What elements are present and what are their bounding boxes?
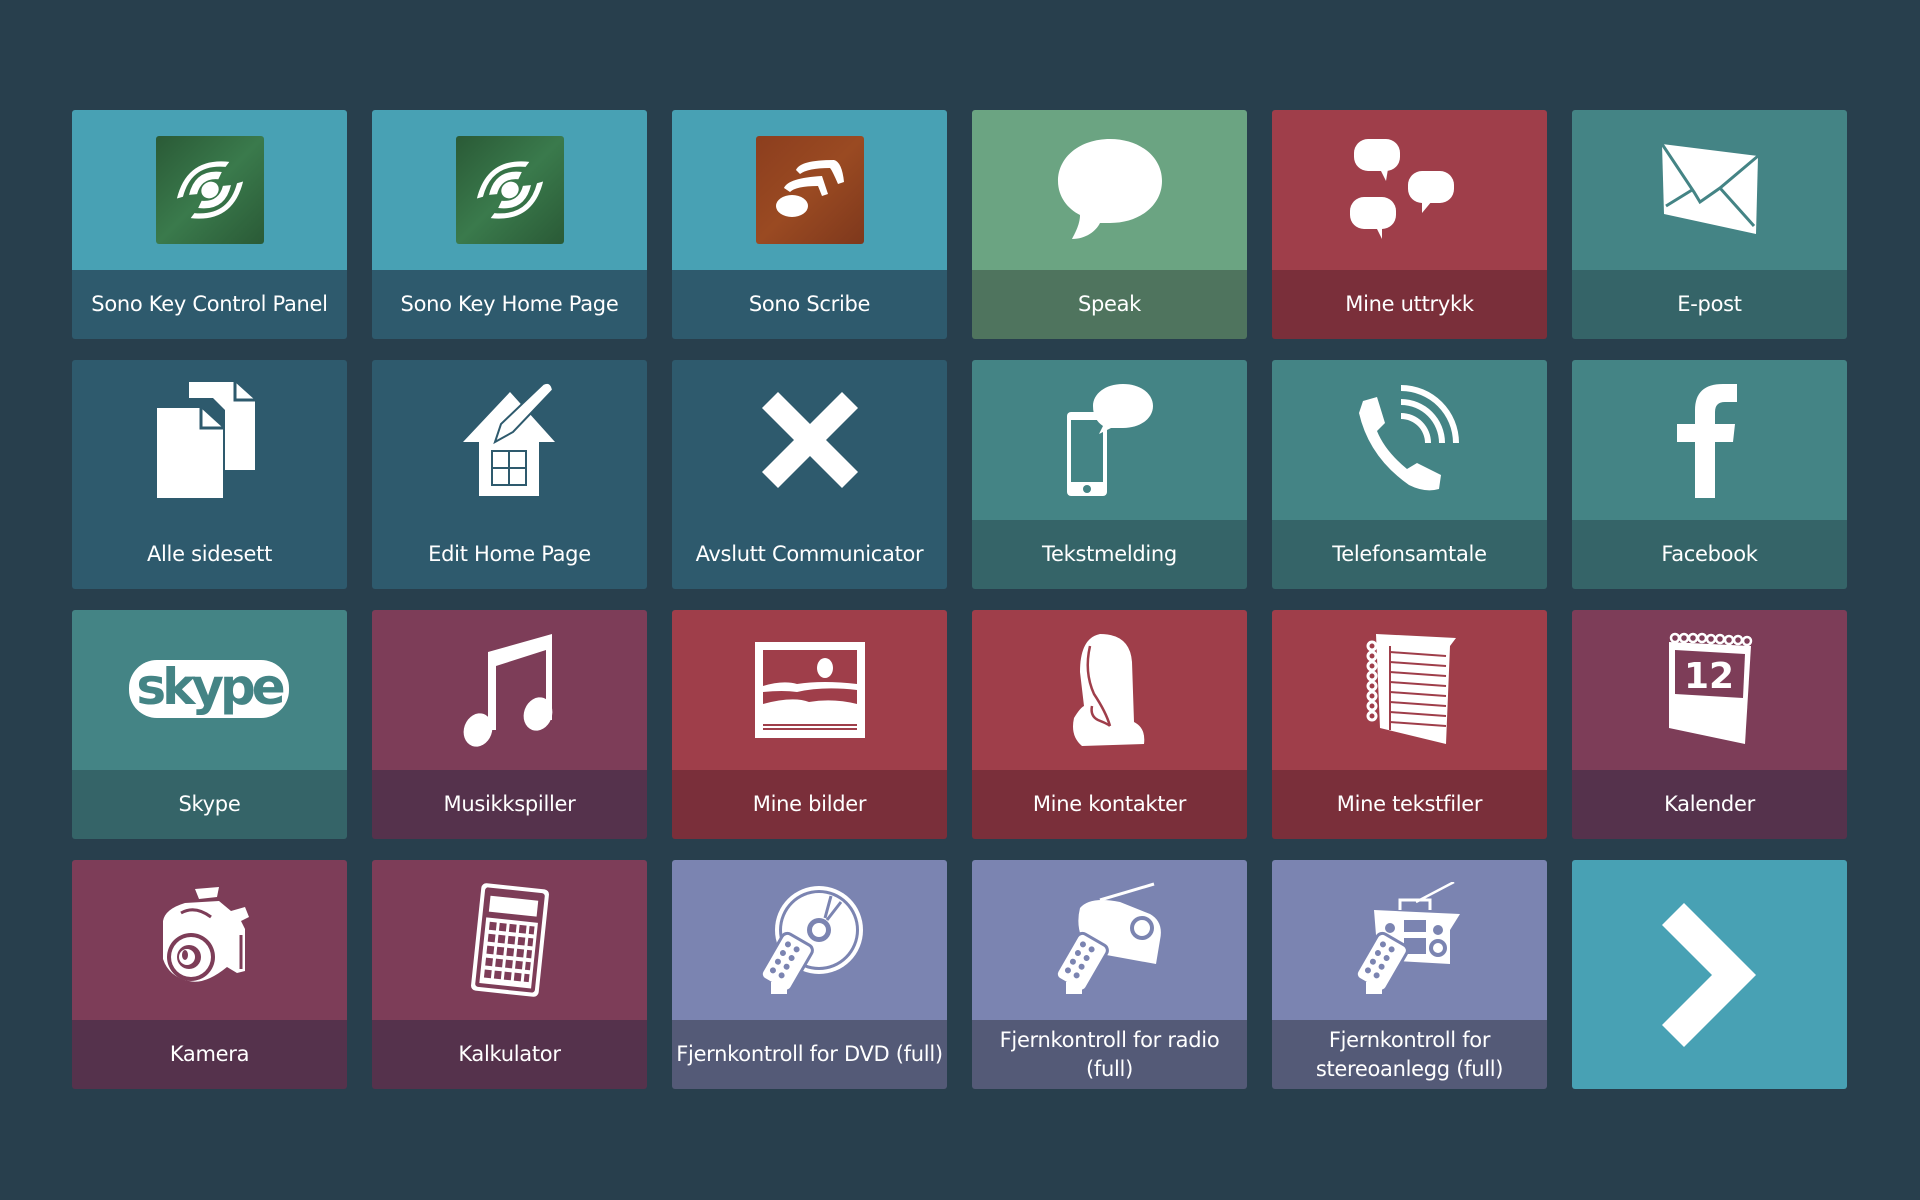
facebook-icon: [1675, 382, 1745, 498]
svg-text:skype: skype: [136, 658, 283, 716]
phone-message-icon: [1065, 382, 1155, 498]
tile-kalender[interactable]: 12 Kalender: [1572, 610, 1847, 839]
sono-key-icon: [455, 136, 564, 244]
tile-label: Kamera: [72, 1020, 347, 1089]
tile-sono-key-control-panel[interactable]: Sono Key Control Panel: [72, 110, 347, 339]
tile-alle-sidesett[interactable]: Alle sidesett: [72, 360, 347, 589]
home-page-grid: Sono Key Control Panel Sono Key Home Pag…: [72, 110, 1847, 1089]
tile-kalkulator[interactable]: Kalkulator: [372, 860, 647, 1089]
sono-scribe-icon: [755, 136, 864, 244]
tile-e-post[interactable]: E-post: [1572, 110, 1847, 339]
svg-text:12: 12: [1683, 656, 1733, 697]
remote-stereo-icon: [1350, 882, 1470, 998]
tile-label: Skype: [72, 770, 347, 839]
tile-fjernkontroll-radio[interactable]: Fjernkontroll for radio (full): [972, 860, 1247, 1089]
tile-label: Kalkulator: [372, 1020, 647, 1089]
tile-sono-scribe[interactable]: Sono Scribe: [672, 110, 947, 339]
tile-label: Mine bilder: [672, 770, 947, 839]
close-icon: [758, 388, 862, 492]
remote-dvd-icon: [755, 882, 865, 998]
speech-bubble-icon: [1050, 135, 1170, 245]
tile-label: E-post: [1572, 270, 1847, 339]
notebook-icon: [1362, 632, 1458, 748]
chevron-right-icon: [1661, 901, 1758, 1049]
tile-label: Mine kontakter: [972, 770, 1247, 839]
tile-label: Fjernkontroll for radio (full): [972, 1020, 1247, 1089]
tile-telefonsamtale[interactable]: Telefonsamtale: [1272, 360, 1547, 589]
tile-speak[interactable]: Speak: [972, 110, 1247, 339]
tile-tekstmelding[interactable]: Tekstmelding: [972, 360, 1247, 589]
tile-label: Facebook: [1572, 520, 1847, 589]
tile-facebook[interactable]: Facebook: [1572, 360, 1847, 589]
envelope-icon: [1660, 142, 1760, 238]
tile-label: Sono Scribe: [672, 270, 947, 339]
phone-call-icon: [1355, 385, 1465, 495]
tile-fjernkontroll-dvd[interactable]: Fjernkontroll for DVD (full): [672, 860, 947, 1089]
tile-label: Kalender: [1572, 770, 1847, 839]
tile-kamera[interactable]: Kamera: [72, 860, 347, 1089]
documents-icon: [155, 380, 265, 500]
speech-bubbles-icon: [1349, 135, 1470, 245]
skype-icon: skype: [125, 650, 295, 730]
house-pencil-icon: [455, 380, 565, 500]
tile-label: Mine tekstfiler: [1272, 770, 1547, 839]
tile-label: Sono Key Home Page: [372, 270, 647, 339]
calculator-icon: [470, 882, 550, 998]
tile-label: Fjernkontroll for DVD (full): [672, 1020, 947, 1089]
tile-edit-home-page[interactable]: Edit Home Page: [372, 360, 647, 589]
tile-musikkspiller[interactable]: Musikkspiller: [372, 610, 647, 839]
tile-label: Fjernkontroll for stereoanlegg (full): [1272, 1020, 1547, 1089]
tile-mine-bilder[interactable]: Mine bilder: [672, 610, 947, 839]
calendar-icon: 12: [1665, 632, 1755, 748]
music-note-icon: [460, 632, 560, 748]
tile-sono-key-home-page[interactable]: Sono Key Home Page: [372, 110, 647, 339]
tile-label: Avslutt Communicator: [672, 520, 947, 589]
camera-icon: [155, 885, 265, 995]
contact-person-icon: [1070, 632, 1150, 748]
tile-label: Edit Home Page: [372, 520, 647, 589]
sono-key-icon: [155, 136, 264, 244]
tile-fjernkontroll-stereoanlegg[interactable]: Fjernkontroll for stereoanlegg (full): [1272, 860, 1547, 1089]
tile-label: Alle sidesett: [72, 520, 347, 589]
remote-radio-icon: [1050, 882, 1170, 998]
picture-icon: [753, 640, 867, 740]
tile-skype[interactable]: skype Skype: [72, 610, 347, 839]
tile-label: Musikkspiller: [372, 770, 647, 839]
tile-label: Speak: [972, 270, 1247, 339]
tile-label: Sono Key Control Panel: [72, 270, 347, 339]
tile-mine-tekstfiler[interactable]: Mine tekstfiler: [1272, 610, 1547, 839]
tile-label: Mine uttrykk: [1272, 270, 1547, 339]
next-page-button[interactable]: [1572, 860, 1847, 1089]
tile-label: Tekstmelding: [972, 520, 1247, 589]
tile-mine-kontakter[interactable]: Mine kontakter: [972, 610, 1247, 839]
tile-avslutt-communicator[interactable]: Avslutt Communicator: [672, 360, 947, 589]
tile-label: Telefonsamtale: [1272, 520, 1547, 589]
tile-mine-uttrykk[interactable]: Mine uttrykk: [1272, 110, 1547, 339]
